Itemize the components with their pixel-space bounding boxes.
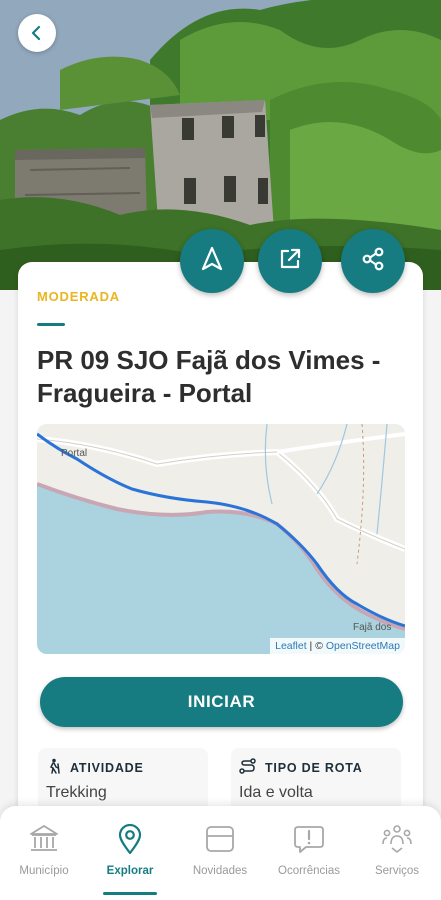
town-hall-icon xyxy=(27,822,61,856)
start-button[interactable]: INICIAR xyxy=(40,677,403,727)
nav-label: Ocorrências xyxy=(278,865,340,877)
route-icon xyxy=(239,758,257,777)
chevron-left-icon xyxy=(28,24,46,42)
back-button[interactable] xyxy=(18,14,56,52)
nav-item-explorar[interactable]: Explorar xyxy=(86,806,174,900)
route-map[interactable]: Portal Fajã dos Leaflet | © OpenStreetMa… xyxy=(37,424,405,654)
active-indicator xyxy=(103,892,157,895)
route-type-header: TIPO DE ROTA xyxy=(239,758,363,777)
navigate-button[interactable] xyxy=(180,229,244,293)
nav-label: Município xyxy=(19,865,69,877)
nav-item-novidades[interactable]: Novidades xyxy=(176,806,264,900)
route-type-value: Ida e volta xyxy=(239,784,313,801)
map-label-fajas: Fajã dos xyxy=(353,622,392,633)
map-pin-icon xyxy=(113,822,147,856)
nav-item-servicos[interactable]: Serviços xyxy=(353,806,441,900)
nav-item-ocorrencias[interactable]: Ocorrências xyxy=(265,806,353,900)
route-type-label: TIPO DE ROTA xyxy=(265,760,363,775)
activity-header: ATIVIDADE xyxy=(46,758,144,777)
map-attribution: Leaflet | © OpenStreetMap xyxy=(270,638,405,654)
news-icon xyxy=(203,822,237,856)
alert-chat-icon xyxy=(292,822,326,856)
share-button[interactable] xyxy=(341,229,405,293)
open-external-button[interactable] xyxy=(258,229,322,293)
activity-label: ATIVIDADE xyxy=(70,760,144,775)
accent-divider xyxy=(37,323,65,326)
nav-label: Serviços xyxy=(374,865,420,877)
activity-value: Trekking xyxy=(46,784,107,801)
map-label-portal: Portal xyxy=(61,448,88,459)
attribution-separator: | © xyxy=(306,640,326,652)
nav-item-municipio[interactable]: Município xyxy=(0,806,88,900)
leaflet-link[interactable]: Leaflet xyxy=(275,640,307,652)
difficulty-label: MODERADA xyxy=(37,289,120,304)
nav-label: Novidades xyxy=(192,865,248,877)
services-people-icon xyxy=(380,822,414,856)
external-link-icon xyxy=(276,245,304,278)
navigation-arrow-icon xyxy=(198,245,226,278)
hiker-icon xyxy=(46,758,62,777)
screen: MODERADA PR 09 SJO Fajã dos Vimes - Frag… xyxy=(0,0,441,900)
share-icon xyxy=(359,245,387,278)
nav-label: Explorar xyxy=(106,865,154,877)
trail-title: PR 09 SJO Fajã dos Vimes - Fragueira - P… xyxy=(37,345,381,408)
osm-link[interactable]: OpenStreetMap xyxy=(326,640,400,652)
bottom-navigation: Município Explorar Novidades Ocorrências xyxy=(0,806,441,900)
